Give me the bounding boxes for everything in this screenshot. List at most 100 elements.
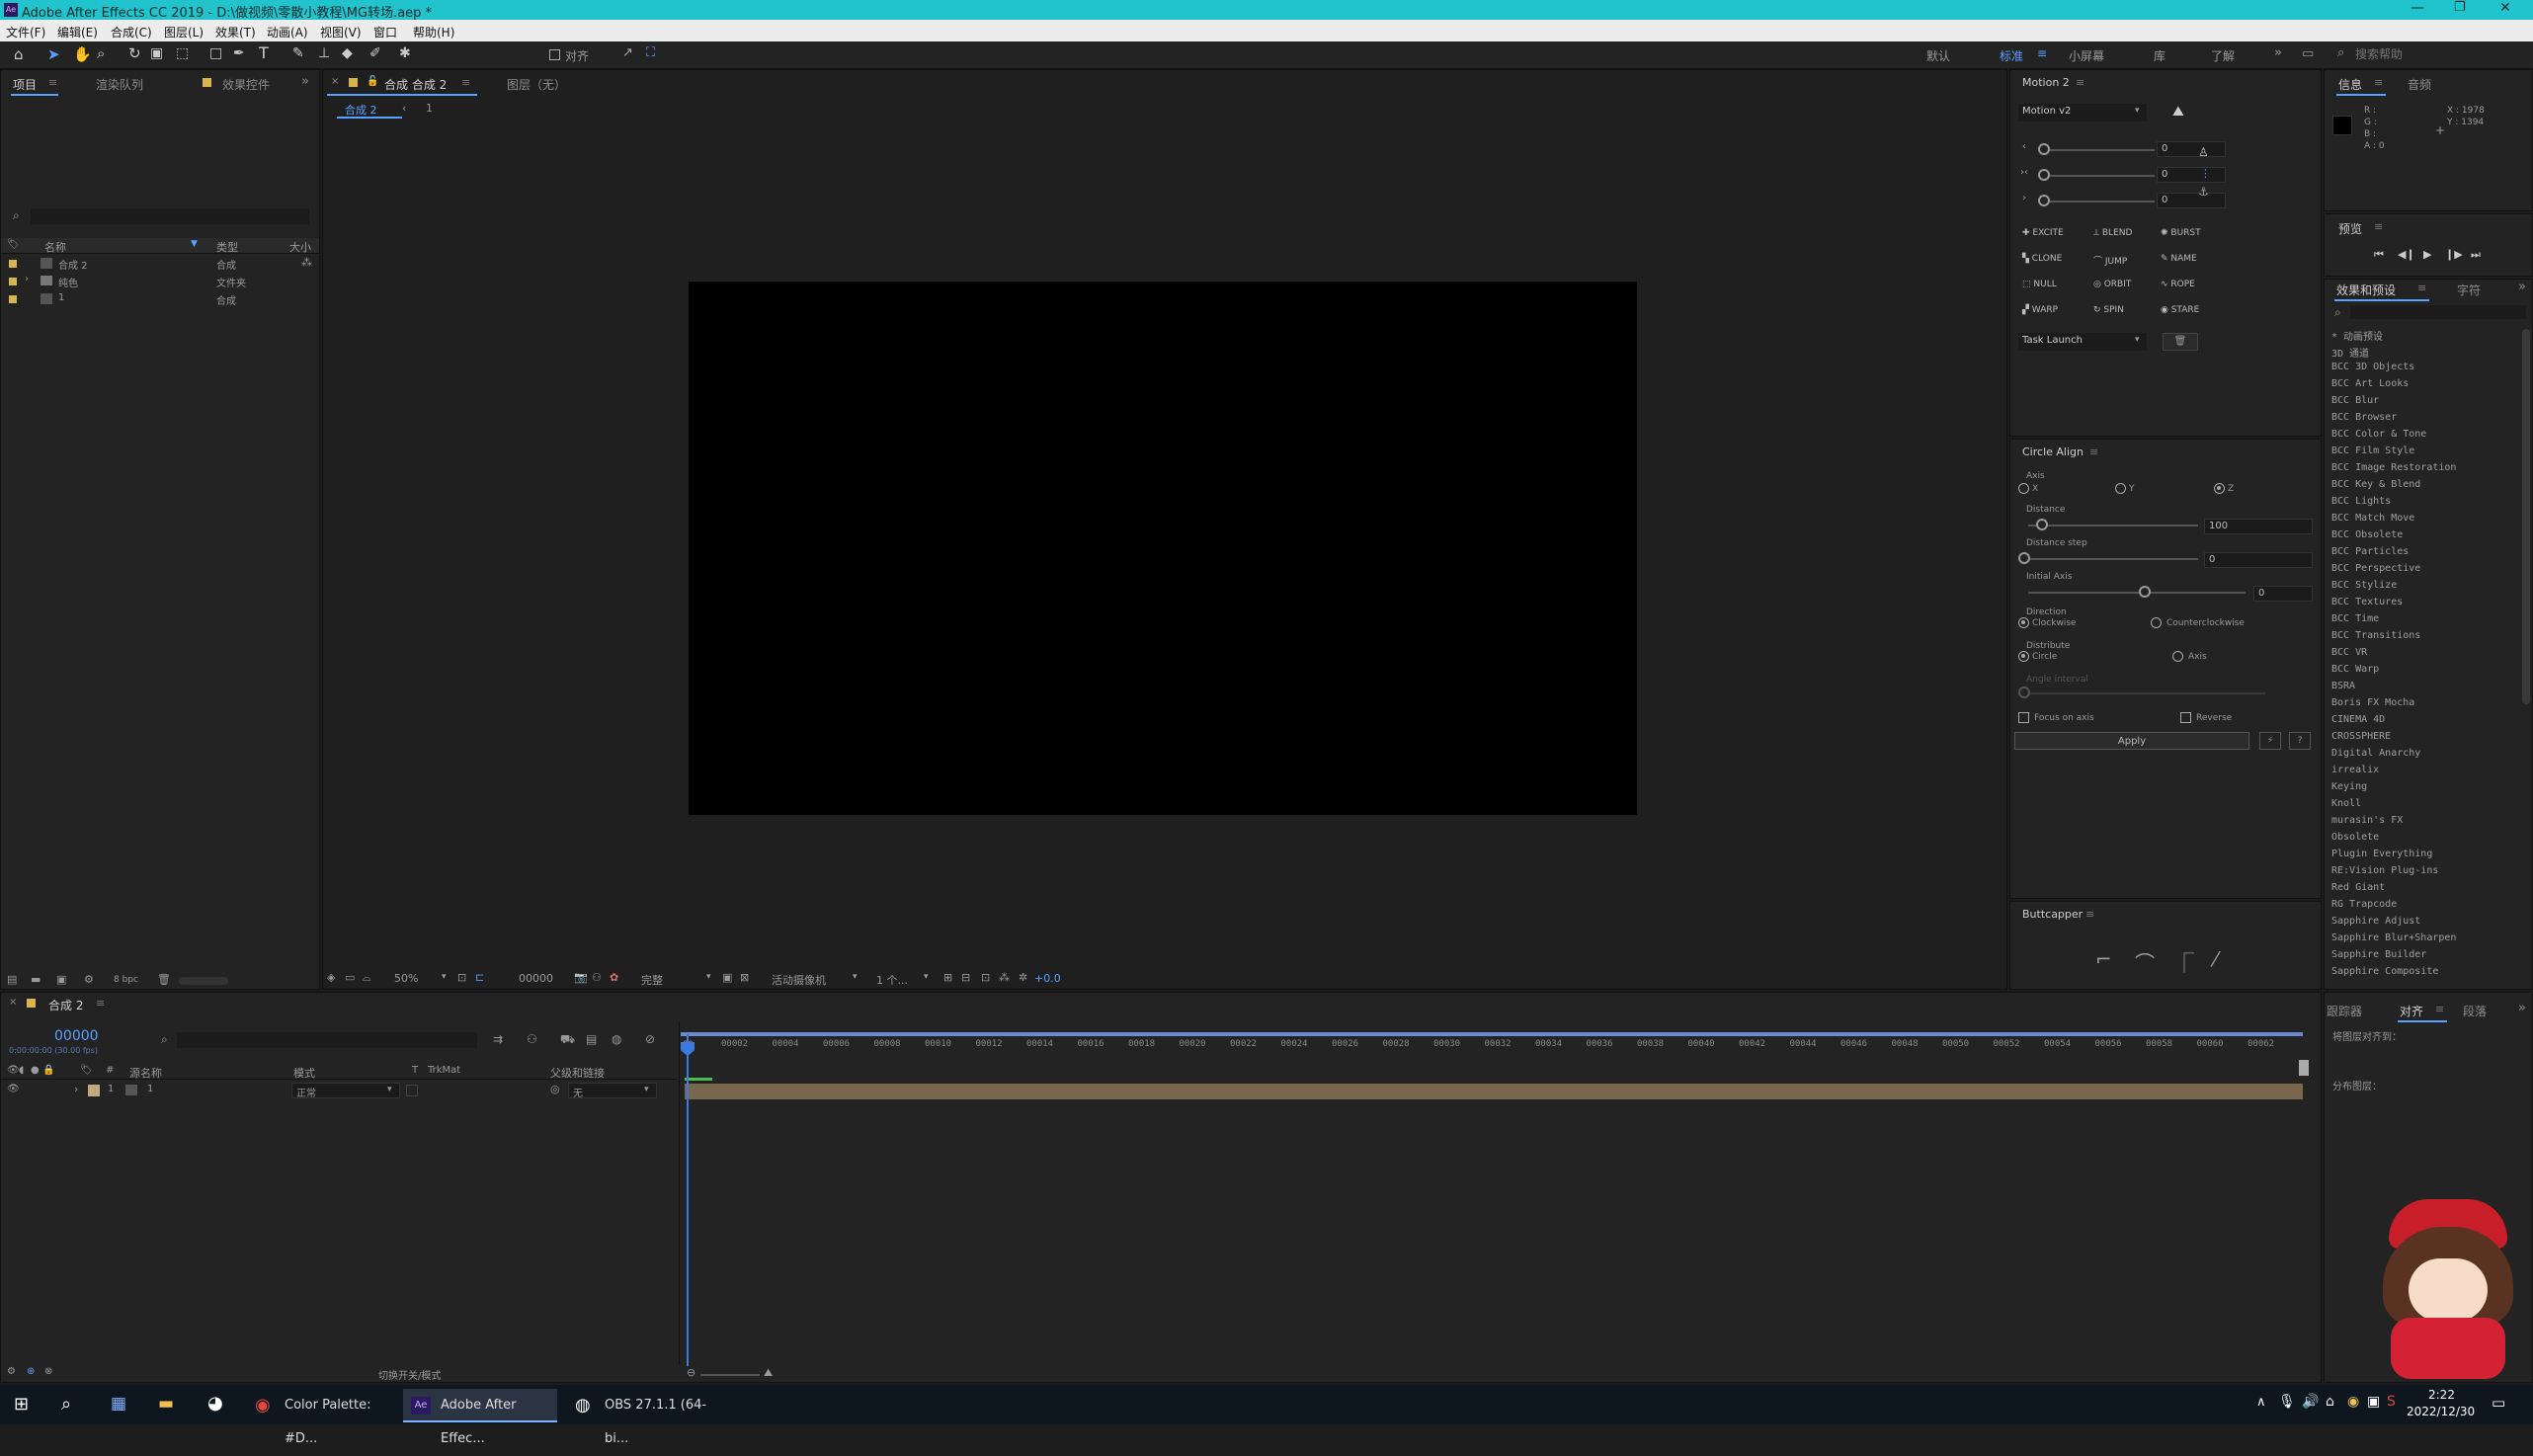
panel-overflow-icon[interactable]: » [301, 74, 309, 89]
project-settings-icon[interactable]: ⚙ [84, 973, 94, 986]
buttcapper-menu-icon[interactable]: ≡ [2085, 908, 2094, 921]
effects-list-item[interactable]: BCC Obsolete [2331, 529, 2403, 540]
taskbar-search-icon[interactable]: ⌕ [61, 1394, 71, 1415]
name-button[interactable]: ✎ NAME [2161, 254, 2197, 264]
workspace-standard[interactable]: 标准 [2000, 47, 2023, 64]
panel-toggle-icon[interactable]: ▭ [2302, 46, 2314, 61]
tray-app-icon[interactable]: ◉ [2347, 1394, 2359, 1410]
taskbar-chrome[interactable]: ◉ Color Palette: #D... [247, 1389, 393, 1446]
distribute-axis-radio[interactable] [2172, 651, 2183, 662]
effects-list-item[interactable]: Obsolete [2331, 832, 2379, 843]
network-icon[interactable]: ⌂ [2326, 1394, 2334, 1410]
tab-project[interactable]: 项目 [13, 76, 37, 93]
close-tab-icon[interactable]: × [9, 997, 17, 1008]
tab-timeline[interactable]: 合成 2 [48, 997, 83, 1013]
eye-icon[interactable]: 👁 [7, 1084, 20, 1094]
toggle-pixel-icon[interactable]: ⊞ [943, 971, 952, 984]
col-name[interactable]: 名称 [44, 239, 66, 255]
bpc-label[interactable]: 8 bpc [114, 975, 138, 985]
timeline-search-input[interactable] [177, 1032, 477, 1048]
col-parent[interactable]: 父级和链接 [550, 1065, 605, 1081]
circle-align-menu-icon[interactable]: ≡ [2089, 445, 2098, 458]
composition-canvas[interactable] [689, 282, 1637, 815]
distance-step-slider-track[interactable] [2028, 558, 2198, 560]
project-menu-icon[interactable]: ≡ [48, 76, 57, 89]
clockwise-radio[interactable] [2018, 617, 2029, 628]
distance-step-field[interactable]: 0 [2204, 552, 2313, 568]
align-checkbox[interactable] [549, 49, 560, 60]
frame-blending-icon[interactable]: ▤ [586, 1032, 597, 1046]
distance-field[interactable]: 100 [2204, 519, 2313, 534]
volume-icon[interactable]: 🔊 [2302, 1394, 2319, 1410]
delete-icon[interactable]: 🗑 [2163, 333, 2198, 351]
delete-icon[interactable]: 🗑 [157, 973, 171, 986]
effects-list-item[interactable]: BCC Time [2331, 613, 2379, 624]
apply-button[interactable]: Apply [2014, 732, 2249, 750]
workspace-default[interactable]: 默认 [1926, 47, 1950, 64]
exposure-value[interactable]: +0.0 [1034, 972, 1061, 985]
menu-composition[interactable]: 合成(C) [111, 24, 152, 40]
show-snapshot-icon[interactable]: ⚇ [592, 971, 602, 984]
slider-knob[interactable] [2038, 195, 2050, 206]
effects-list-item[interactable]: BCC Warp [2331, 664, 2379, 675]
solo-icon[interactable]: ● [31, 1065, 40, 1076]
slider-track[interactable] [2046, 201, 2155, 202]
effects-list-item[interactable]: BCC Color & Tone [2331, 429, 2426, 440]
snap-grid-icon[interactable]: ⛶ [646, 45, 655, 60]
excite-button[interactable]: ✚ EXCITE [2022, 228, 2064, 238]
effects-list-item[interactable]: CROSSPHERE [2331, 731, 2391, 742]
panel-overflow-icon[interactable]: » [2518, 1001, 2526, 1015]
taskbar-obs[interactable]: ◍ OBS 27.1.1 (64-bi... [567, 1389, 715, 1446]
effects-list-item[interactable]: BCC VR [2331, 647, 2367, 658]
trkmat-box[interactable] [406, 1085, 418, 1096]
eraser-tool-icon[interactable]: ◆ [342, 45, 353, 61]
play-icon[interactable]: ▶ [2423, 248, 2431, 261]
distance-step-slider-knob[interactable] [2018, 552, 2030, 564]
in-out-icon[interactable]: ⊗ [44, 1366, 52, 1377]
previous-frame-icon[interactable]: ◀❙ [2398, 248, 2415, 261]
menu-layer[interactable]: 图层(L) [164, 24, 204, 40]
stare-button[interactable]: ◉ STARE [2161, 305, 2199, 315]
effects-list-item[interactable]: BCC Art Looks [2331, 378, 2409, 389]
effects-list-item[interactable]: BCC Particles [2331, 546, 2409, 557]
effects-list-item[interactable]: BCC Textures [2331, 597, 2403, 607]
table-row[interactable]: 1 合成 [1, 291, 319, 307]
resolution-select[interactable]: 完整 [641, 972, 663, 988]
menu-edit[interactable]: 编辑(E) [57, 24, 98, 40]
work-area-bar[interactable] [681, 1032, 2303, 1036]
comp-flowchart-icon[interactable]: ⇉ [493, 1032, 503, 1046]
slider-value-field[interactable]: 0 [2157, 193, 2226, 208]
effects-list-item[interactable]: murasin's FX [2331, 815, 2403, 826]
square-cap-icon[interactable]: ⎾ [2174, 947, 2194, 976]
effects-list-item[interactable]: BCC Perspective [2331, 563, 2420, 574]
angle-slider-knob[interactable] [2018, 687, 2030, 698]
menu-help[interactable]: 帮助(H) [413, 24, 454, 40]
focus-on-axis-checkbox[interactable] [2018, 712, 2029, 723]
tray-app-icon[interactable]: ▣ [2367, 1394, 2380, 1410]
effects-list-item[interactable]: BCC Transitions [2331, 630, 2420, 641]
effects-list-item[interactable]: BCC Stylize [2331, 580, 2397, 591]
menu-window[interactable]: 窗口 [373, 24, 397, 40]
comp-timecode[interactable]: 00000 [519, 972, 553, 985]
qq-icon[interactable]: ◕ [207, 1393, 223, 1414]
breadcrumb-item[interactable]: 1 [426, 102, 433, 115]
burst-button[interactable]: ✺ BURST [2161, 228, 2201, 238]
table-row[interactable]: 合成 2 合成 ⁂ [1, 256, 319, 272]
info-menu-icon[interactable]: ≡ [2374, 76, 2383, 89]
link-icon[interactable]: ⋮ [2200, 167, 2211, 180]
tray-chevron-up-icon[interactable]: ∧ [2256, 1395, 2266, 1410]
motion-menu-icon[interactable]: ≡ [2076, 76, 2084, 89]
toggle-switches-label[interactable]: 切换开关/模式 [378, 1367, 441, 1382]
effects-list-item[interactable]: BCC Image Restoration [2331, 462, 2456, 473]
distance-slider-track[interactable] [2028, 525, 2198, 526]
slider-track[interactable] [2046, 175, 2155, 177]
workspace-more-icon[interactable]: » [2274, 45, 2282, 60]
clock-date[interactable]: 2022/12/30 [2407, 1405, 2475, 1418]
effects-list-item[interactable]: Knoll [2331, 798, 2361, 809]
align-menu-icon[interactable]: ≡ [2435, 1003, 2444, 1015]
current-time-indicator[interactable] [687, 1034, 689, 1366]
label-swatch[interactable] [9, 260, 17, 268]
expand-icon[interactable]: ⚙ [7, 1366, 16, 1377]
camera-tool-icon[interactable]: ▣ [150, 45, 163, 61]
preview-menu-icon[interactable]: ≡ [2374, 220, 2383, 233]
